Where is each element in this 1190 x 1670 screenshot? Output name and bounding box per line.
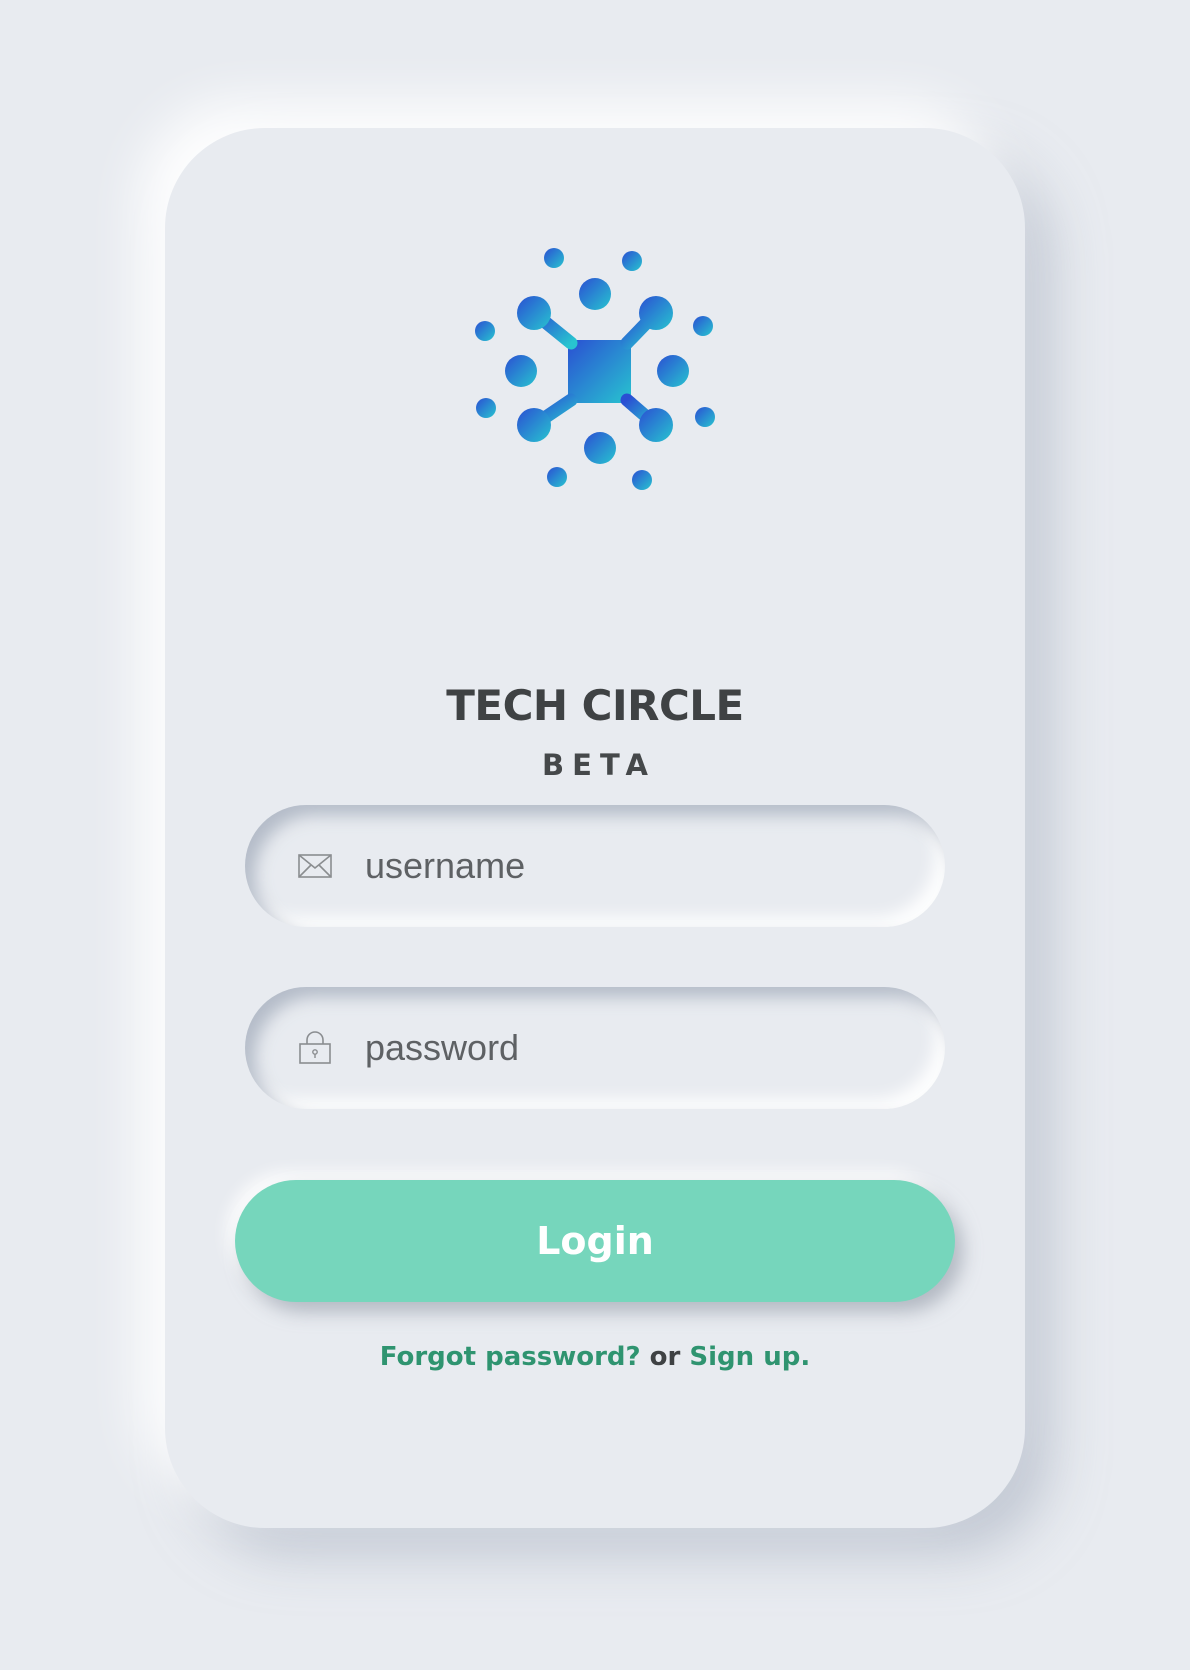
account-links: Forgot password? or Sign up.: [165, 1342, 1025, 1372]
password-field[interactable]: [245, 987, 945, 1109]
login-card: TECH CIRCLE BETA Login Forgot password? …: [165, 128, 1025, 1528]
password-input[interactable]: [365, 987, 905, 1109]
links-separator: or: [640, 1342, 690, 1372]
envelope-icon: [298, 854, 332, 878]
app-title: TECH CIRCLE: [446, 681, 744, 730]
username-input[interactable]: [365, 805, 905, 927]
login-button[interactable]: Login: [235, 1180, 955, 1302]
sign-up-link[interactable]: Sign up.: [689, 1342, 810, 1372]
network-hub-icon: [475, 248, 715, 490]
username-field[interactable]: [245, 805, 945, 927]
app-tagline: BETA: [542, 748, 656, 782]
forgot-password-link[interactable]: Forgot password?: [380, 1342, 641, 1372]
padlock-icon: [299, 1031, 331, 1064]
